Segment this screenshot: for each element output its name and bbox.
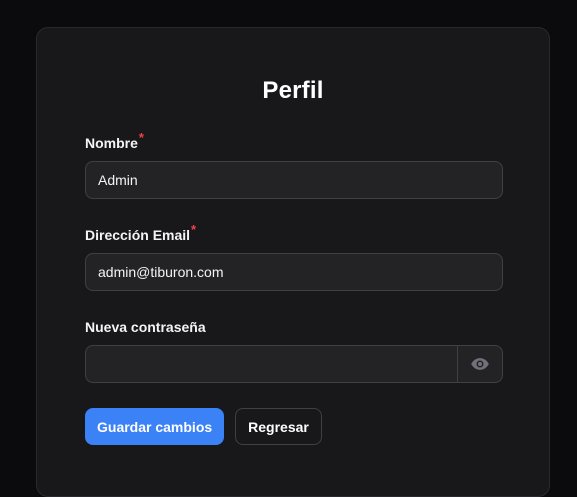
password-label: Nueva contraseña (85, 319, 206, 335)
password-field-group: Nueva contraseña (85, 317, 503, 383)
name-field-group: Nombre* (85, 130, 503, 199)
name-required-mark: * (138, 130, 144, 145)
name-label-text: Nombre (85, 135, 138, 151)
email-field-group: Dirección Email* (85, 222, 503, 291)
password-input[interactable] (86, 346, 457, 382)
eye-icon (471, 358, 489, 370)
email-input[interactable] (85, 253, 503, 291)
back-button[interactable]: Regresar (235, 408, 322, 445)
password-input-wrapper (85, 345, 503, 383)
form-actions: Guardar cambios Regresar (85, 408, 322, 445)
email-label: Dirección Email* (85, 222, 503, 245)
page-title: Perfil (262, 77, 324, 104)
name-label: Nombre* (85, 130, 503, 153)
email-required-mark: * (191, 222, 197, 237)
profile-card: Perfil Nombre* Dirección Email* Nueva co… (36, 27, 550, 497)
toggle-password-visibility-button[interactable] (457, 346, 502, 382)
save-changes-button[interactable]: Guardar cambios (85, 408, 225, 445)
email-label-text: Dirección Email (85, 227, 191, 243)
name-input[interactable] (85, 161, 503, 199)
